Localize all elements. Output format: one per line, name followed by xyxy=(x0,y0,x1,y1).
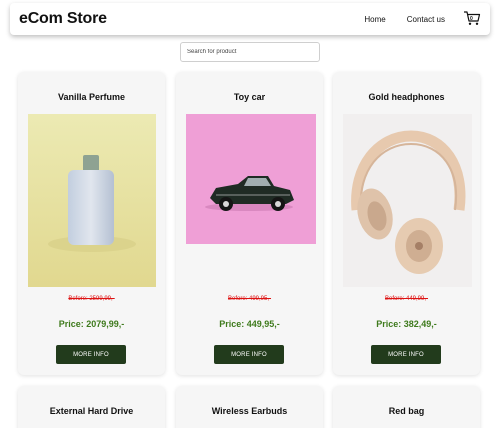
nav-link-home[interactable]: Home xyxy=(364,15,385,24)
more-info-button[interactable]: MORE INFO xyxy=(214,345,284,364)
original-price: Before: 449,99,- xyxy=(384,296,429,302)
product-title: Vanilla Perfume xyxy=(57,92,126,102)
product-card: Vanilla Perfume Before: 2599,99,- Price:… xyxy=(18,72,165,375)
product-card: External Hard Drive xyxy=(18,386,165,428)
product-price: Price: 2079,99,- xyxy=(58,319,125,329)
original-price: Before: 499,95,- xyxy=(227,296,272,302)
product-title: External Hard Drive xyxy=(49,406,134,416)
product-card: Toy car Before: 499,95,- Price: 449,95,-… xyxy=(176,72,323,375)
more-info-button[interactable]: MORE INFO xyxy=(371,345,441,364)
product-card: Gold headphones Before: 449,99,- Price: … xyxy=(333,72,480,375)
product-title: Gold headphones xyxy=(368,92,445,102)
brand-logo[interactable]: eCom Store xyxy=(19,10,107,28)
product-image-toy-car[interactable] xyxy=(186,114,316,244)
product-image-perfume[interactable] xyxy=(28,114,156,287)
cart-button[interactable]: 0 xyxy=(463,10,481,26)
product-image-headphones[interactable] xyxy=(343,114,472,287)
original-price: Before: 2599,99,- xyxy=(68,296,115,302)
product-card: Wireless Earbuds xyxy=(176,386,323,428)
product-title: Red bag xyxy=(388,406,425,416)
more-info-button[interactable]: MORE INFO xyxy=(56,345,126,364)
search-input[interactable] xyxy=(180,42,320,62)
product-price: Price: 449,95,- xyxy=(219,319,280,329)
navbar: eCom Store Home Contact us 0 xyxy=(10,3,490,35)
nav-links: Home Contact us 0 xyxy=(364,10,481,26)
nav-link-contact[interactable]: Contact us xyxy=(407,15,445,24)
product-card: Red bag xyxy=(333,386,480,428)
product-price: Price: 382,49,- xyxy=(376,319,437,329)
cart-count: 0 xyxy=(470,16,473,22)
product-title: Toy car xyxy=(233,92,266,102)
product-title: Wireless Earbuds xyxy=(211,406,288,416)
